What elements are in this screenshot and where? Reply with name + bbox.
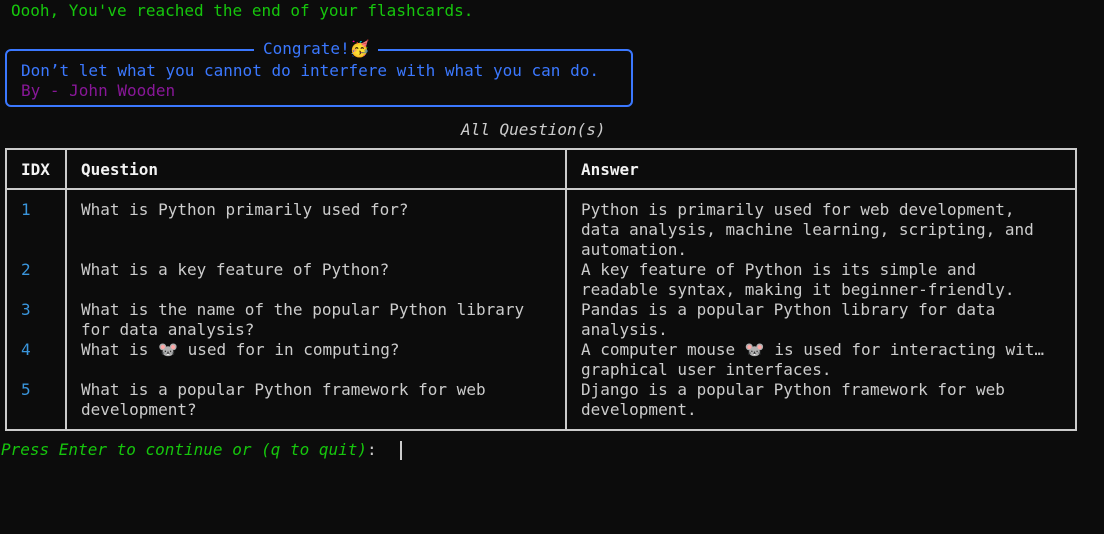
question-text: What is a key feature of Python? (81, 260, 390, 279)
answer-text: analysis. (581, 320, 668, 339)
answer-text: A computer mouse 🐭 is used for interacti… (581, 340, 1045, 359)
quote-author: By - John Wooden (21, 81, 176, 100)
table-header (7, 150, 1075, 190)
question-text: for data analysis? (81, 320, 255, 339)
answer-text: Python is primarily used for web develop… (581, 200, 1015, 219)
continue-prompt: Press Enter to continue or (q to quit): (1, 440, 386, 460)
column-divider (65, 150, 67, 429)
row-index: 2 (21, 260, 31, 279)
question-text: development? (81, 400, 197, 419)
text-cursor[interactable] (400, 441, 402, 460)
header-idx: IDX (21, 160, 50, 179)
header-question: Question (81, 160, 159, 179)
panel-title: Congrate!🥳 (254, 39, 378, 59)
answer-text: automation. (581, 240, 687, 259)
prompt-text: Press Enter to continue or (q to quit) (1, 440, 368, 459)
column-divider (565, 150, 567, 429)
row-index: 5 (21, 380, 31, 399)
answer-text: graphical user interfaces. (581, 360, 832, 379)
row-index: 3 (21, 300, 31, 319)
row-index: 4 (21, 340, 31, 359)
party-face-icon: 🥳 (349, 39, 370, 58)
flashcards-table: IDX Question Answer 1 What is Python prim… (5, 148, 1077, 431)
table-title: All Question(s) (461, 120, 606, 139)
answer-text: readable syntax, making it beginner-frie… (581, 280, 1015, 299)
header-answer: Answer (581, 160, 639, 179)
answer-text: data analysis, machine learning, scripti… (581, 220, 1034, 239)
panel-title-text: Congrate! (263, 39, 350, 58)
row-index: 1 (21, 200, 31, 219)
quote-text: Don’t let what you cannot do interfere w… (21, 61, 599, 80)
answer-text: development. (581, 400, 697, 419)
prompt-colon: : (367, 440, 387, 459)
question-text: What is a popular Python framework for w… (81, 380, 486, 399)
question-text: What is Python primarily used for? (81, 200, 409, 219)
quote-panel: Congrate!🥳 Don’t let what you cannot do … (5, 39, 633, 107)
answer-text: Pandas is a popular Python library for d… (581, 300, 996, 319)
status-message: Oooh, You've reached the end of your fla… (11, 1, 474, 20)
question-text: What is the name of the popular Python l… (81, 300, 525, 319)
answer-text: Django is a popular Python framework for… (581, 380, 1005, 399)
answer-text: A key feature of Python is its simple an… (581, 260, 976, 279)
question-text: What is 🐭 used for in computing? (81, 340, 400, 359)
